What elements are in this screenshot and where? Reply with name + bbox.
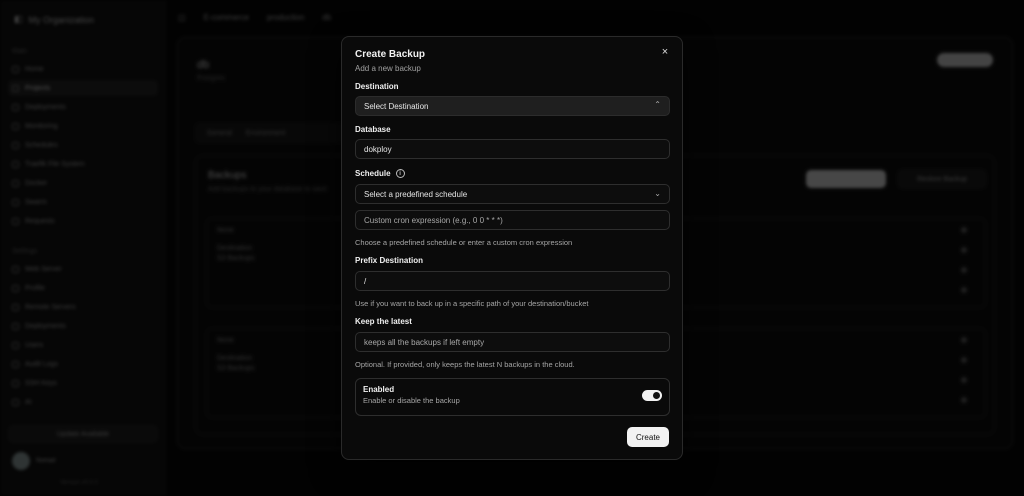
prefix-destination-label: Prefix Destination bbox=[355, 256, 424, 265]
enabled-description: Enable or disable the backup bbox=[363, 396, 460, 405]
prefix-help: Use if you want to back up in a specific… bbox=[355, 299, 589, 308]
close-icon[interactable]: × bbox=[658, 45, 672, 59]
cron-expression-input[interactable]: Custom cron expression (e.g., 0 0 * * *) bbox=[355, 210, 670, 230]
enabled-setting: Enabled Enable or disable the backup bbox=[355, 378, 670, 416]
chevron-down-icon: ⌄ bbox=[654, 189, 661, 198]
prefix-destination-value: / bbox=[364, 276, 367, 286]
destination-select-value: Select Destination bbox=[364, 101, 429, 111]
prefix-destination-input[interactable]: / bbox=[355, 271, 670, 291]
keep-latest-placeholder: keeps all the backups if left empty bbox=[364, 337, 485, 347]
toggle-knob bbox=[653, 392, 660, 399]
info-icon[interactable]: i bbox=[395, 169, 405, 178]
create-button[interactable]: Create bbox=[627, 427, 669, 447]
enabled-label: Enabled bbox=[363, 385, 395, 394]
schedule-label: Schedule i bbox=[355, 169, 405, 178]
keep-latest-input[interactable]: keeps all the backups if left empty bbox=[355, 332, 670, 352]
database-input-value: dokploy bbox=[364, 144, 392, 154]
chevron-up-down-icon: ⌃ bbox=[654, 100, 661, 109]
schedule-help: Choose a predefined schedule or enter a … bbox=[355, 238, 573, 247]
database-label: Database bbox=[355, 125, 391, 134]
destination-select[interactable]: Select Destination ⌃ bbox=[355, 96, 670, 116]
destination-label: Destination bbox=[355, 82, 399, 91]
schedule-select[interactable]: Select a predefined schedule ⌄ bbox=[355, 184, 670, 204]
create-backup-dialog: Create Backup Add a new backup × Destina… bbox=[341, 36, 683, 460]
dialog-title: Create Backup bbox=[355, 49, 426, 60]
dialog-subtitle: Add a new backup bbox=[355, 64, 421, 73]
database-input[interactable]: dokploy bbox=[355, 139, 670, 159]
cron-expression-placeholder: Custom cron expression (e.g., 0 0 * * *) bbox=[364, 215, 503, 225]
keep-latest-help: Optional. If provided, only keeps the la… bbox=[355, 360, 575, 369]
enabled-toggle[interactable] bbox=[642, 390, 662, 401]
keep-latest-label: Keep the latest bbox=[355, 317, 412, 326]
schedule-select-value: Select a predefined schedule bbox=[364, 189, 468, 199]
